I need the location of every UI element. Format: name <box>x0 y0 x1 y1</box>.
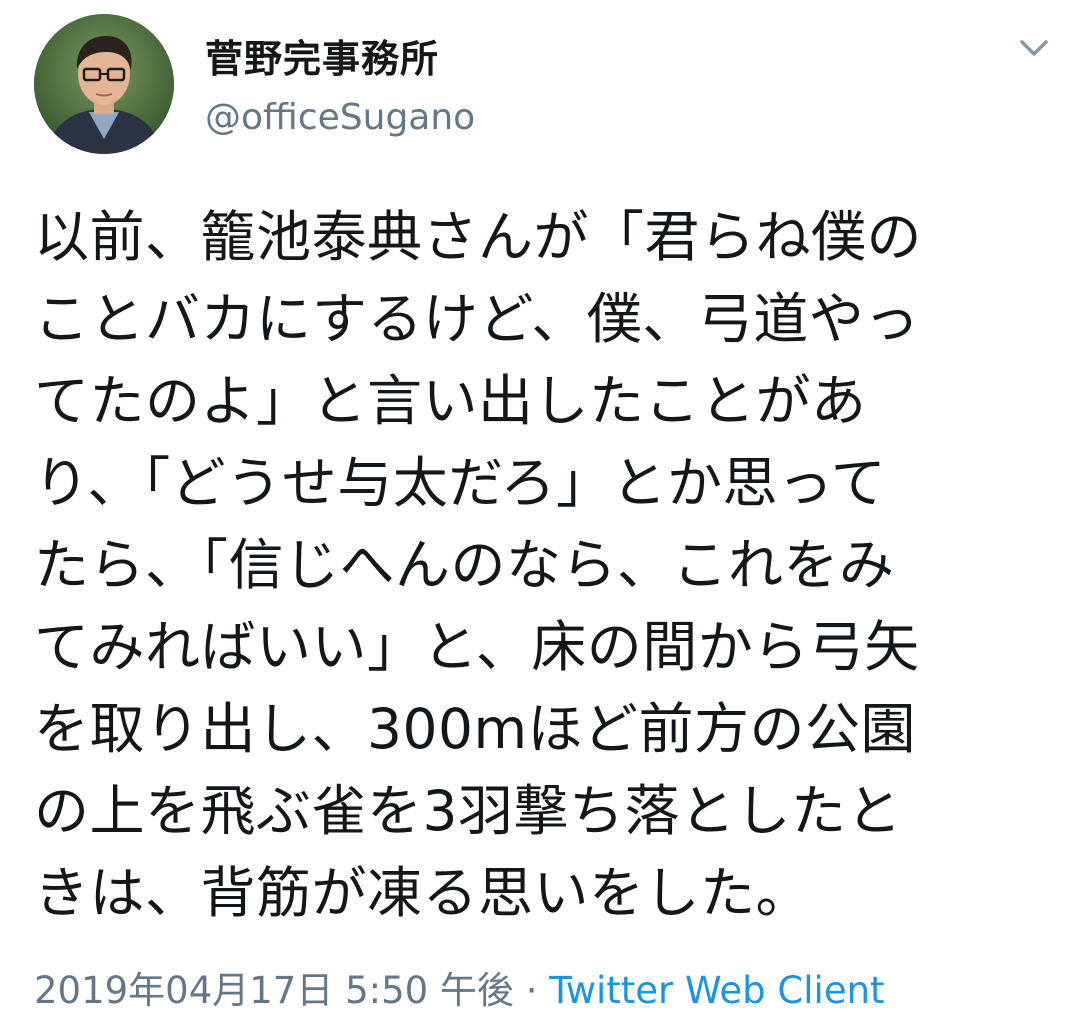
tweet-text-line: きは、背筋が凍る思いをした。 <box>34 861 812 925</box>
meta-separator: · <box>525 969 538 1012</box>
chevron-down-icon[interactable] <box>1014 34 1054 62</box>
author-handle[interactable]: @officeSugano <box>205 97 475 138</box>
tweet-source-link[interactable]: Twitter Web Client <box>549 969 884 1012</box>
tweet-text-line: てたのよ」と言い出したことがあ <box>34 369 867 433</box>
tweet-text-line: ことバカにするけど、僕、弓道やっ <box>34 287 920 351</box>
tweet-text-line: てみればいい」と、床の間から弓矢 <box>34 615 920 679</box>
tweet-timestamp[interactable]: 2019年04月17日 5:50 午後 <box>34 969 514 1012</box>
tweet-meta: 2019年04月17日 5:50 午後 · Twitter Web Client <box>34 960 885 1014</box>
tweet-text-line: り、「どうせ与太だろ」とか思って <box>34 451 887 515</box>
profile-photo-icon <box>34 14 174 154</box>
tweet-card: 菅野完事務所 @officeSugano 以前、籠池泰典さんが「君らね僕の こと… <box>0 0 1073 1012</box>
avatar[interactable] <box>34 14 174 154</box>
tweet-text: 以前、籠池泰典さんが「君らね僕の ことバカにするけど、僕、弓道やっ てたのよ」と… <box>34 196 1044 934</box>
author-display-name[interactable]: 菅野完事務所 <box>205 28 439 83</box>
tweet-text-line: の上を飛ぶ雀を3羽撃ち落としたと <box>34 779 902 843</box>
tweet-text-line: たら、「信じへんのなら、これをみ <box>34 533 895 597</box>
tweet-text-line: 以前、籠池泰典さんが「君らね僕の <box>34 205 923 269</box>
tweet-text-line: を取り出し、300mほど前方の公園 <box>34 697 917 761</box>
